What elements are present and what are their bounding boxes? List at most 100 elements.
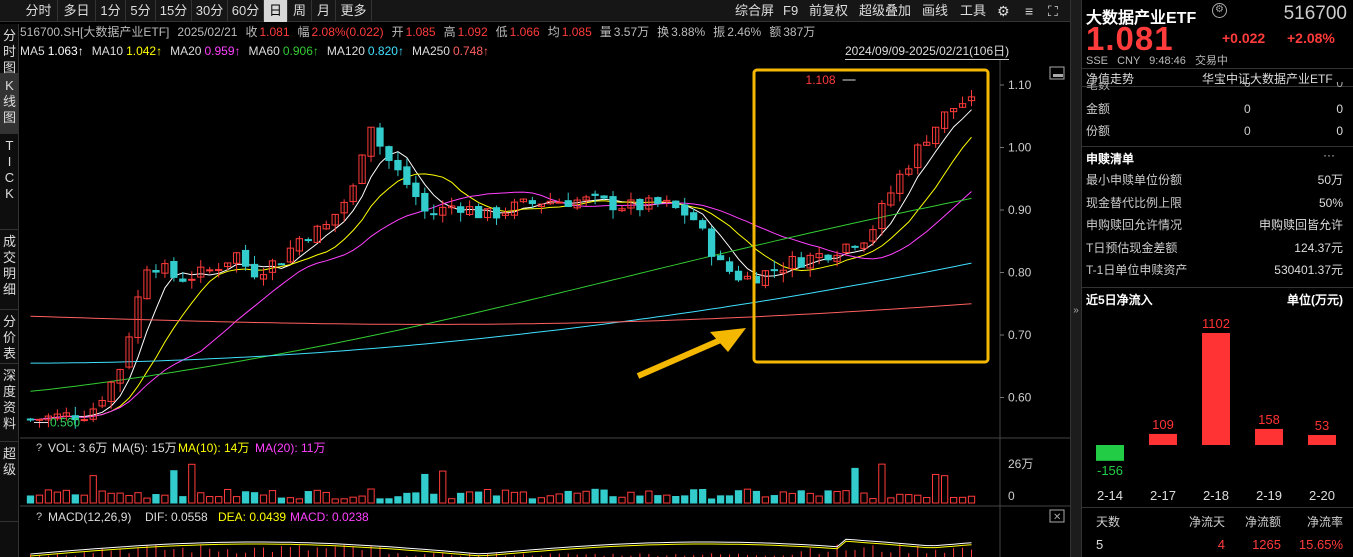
volume-bar xyxy=(519,491,528,504)
inflow-value-label: 109 xyxy=(1152,417,1174,432)
candle-body xyxy=(609,196,617,211)
rail-tab-1[interactable]: K线图 xyxy=(0,74,19,134)
volume-bar xyxy=(546,495,554,504)
candle-body xyxy=(277,263,286,266)
period-tab-5[interactable]: 30分 xyxy=(192,0,228,22)
period-tab-6[interactable]: 60分 xyxy=(228,0,264,22)
period-tab-10[interactable]: 更多 xyxy=(336,0,372,22)
etf-code: 516700 xyxy=(1283,3,1347,24)
info-amp-label: 振 xyxy=(713,25,726,39)
ma-value-3: 0.906↑ xyxy=(282,44,319,58)
volume-bar xyxy=(618,496,626,504)
inflow-date-label: 2-17 xyxy=(1150,488,1176,503)
volume-bar xyxy=(752,490,761,504)
period-tab-7[interactable]: 日 xyxy=(264,0,288,22)
volume-bar xyxy=(170,470,178,504)
gear-icon[interactable]: ⚙ xyxy=(997,0,1010,22)
settings-icon[interactable]: ⚙ xyxy=(1212,3,1227,18)
toolbar-action-3[interactable]: 超级叠加 xyxy=(859,0,911,22)
period-tab-0[interactable]: 分时 xyxy=(20,0,58,22)
info-date: 2025/02/21 xyxy=(177,25,238,39)
kline-chart[interactable]: 1.10 1.00 0.90 0.80 0.70 0.60 1.108 0.560? VOL: … xyxy=(20,60,1070,557)
volume-bar xyxy=(367,488,375,504)
rail-tab-0[interactable]: 分时图 xyxy=(0,24,19,75)
candle-body xyxy=(250,263,259,278)
toolbar-action-2[interactable]: 前复权 xyxy=(809,0,848,22)
subchart-toggle-glyph: ▬ xyxy=(1053,69,1063,80)
rail-tab-3[interactable]: 成交明细 xyxy=(0,230,19,310)
candle-body xyxy=(492,207,501,219)
info-close: 1.081 xyxy=(259,25,290,39)
volume-bar xyxy=(98,490,106,504)
summary-value: 1265 xyxy=(1252,537,1281,552)
volume-bar xyxy=(564,490,572,504)
volume-bar xyxy=(851,467,859,504)
candle-body xyxy=(394,159,402,171)
ma-label-3: MA60 xyxy=(248,44,280,58)
inflow-bar xyxy=(1149,433,1177,445)
ma-label-1: MA10 xyxy=(91,44,124,58)
subscription-row: 最小申赎单位份额 50万 xyxy=(1086,173,1343,187)
period-tab-1[interactable]: 多日 xyxy=(58,0,96,22)
holdings-row: 金额 0 0 xyxy=(1086,102,1343,116)
volume-bar xyxy=(465,491,474,504)
vol-label: VOL: 3.6万 xyxy=(48,441,107,455)
price-change: +0.022 xyxy=(1222,30,1266,46)
ma-value-5: 0.748↑ xyxy=(452,44,490,58)
info-change: 2.08%(0.022) xyxy=(311,25,384,39)
rail-tab-2[interactable]: TICK xyxy=(0,134,19,230)
volume-bar xyxy=(869,498,877,504)
info-close-label: 收 xyxy=(245,25,258,39)
volume-bar xyxy=(286,497,295,504)
volume-bar xyxy=(224,489,232,504)
menu-icon[interactable]: ≡ xyxy=(1025,0,1033,22)
volume-bar xyxy=(80,494,88,504)
volume-bar xyxy=(627,491,635,504)
inflow-value-label: 53 xyxy=(1315,418,1329,433)
left-rail: 分时图K线图TICK成交明细分价表深度资料超级 xyxy=(0,24,19,557)
period-tab-9[interactable]: 月 xyxy=(312,0,336,22)
subscription-row: T-1日单位申赎资产 530401.37元 xyxy=(1086,263,1343,278)
kline-chart-area[interactable]: 1.10 1.00 0.90 0.80 0.70 0.60 1.108 0.560? VOL: … xyxy=(20,60,1070,557)
candle-body xyxy=(681,204,689,216)
inflow-value-label: -156 xyxy=(1097,463,1123,478)
volume-bar xyxy=(215,496,223,504)
volume-bar xyxy=(134,492,142,504)
toolbar-action-0[interactable]: 综合屏 xyxy=(735,0,774,22)
quote-meta-row: SSE CNY 9:48:46 交易中 xyxy=(1086,52,1228,68)
more-icon[interactable]: ··· xyxy=(1323,148,1335,162)
info-change-label: 幅 xyxy=(297,25,310,39)
inflow-date-label: 2-14 xyxy=(1097,488,1123,503)
volume-bar xyxy=(645,490,653,504)
candle-body xyxy=(385,146,393,161)
volume-bar xyxy=(188,463,196,504)
summary-header: 净流天 xyxy=(1188,515,1225,529)
candle-body xyxy=(824,254,832,261)
volume-bar xyxy=(412,492,420,504)
volume-bar xyxy=(923,497,931,504)
toolbar-action-5[interactable]: 工具 xyxy=(960,0,986,22)
volume-bar xyxy=(179,496,187,504)
collapse-arrow-icon[interactable]: » xyxy=(1071,305,1081,316)
info-low-label: 低 xyxy=(495,25,508,39)
period-tab-3[interactable]: 5分 xyxy=(126,0,156,22)
rail-tab-5[interactable]: 深度资料 xyxy=(0,364,19,442)
toolbar-action-1[interactable]: F9 xyxy=(783,0,798,22)
volume-bar xyxy=(663,494,671,504)
period-tab-2[interactable]: 1分 xyxy=(96,0,126,22)
period-tab-8[interactable]: 周 xyxy=(288,0,312,22)
candle-body xyxy=(241,249,250,267)
expand-icon[interactable]: ⛶ xyxy=(1048,0,1058,22)
panel-divider[interactable]: » xyxy=(1070,0,1082,557)
inflow-bar-chart: -156 2-14 109 2-17 1102 2-18 158 2-19 53 2-20 xyxy=(1096,316,1336,503)
rail-tab-6[interactable]: 超级 xyxy=(0,442,19,522)
period-tab-4[interactable]: 15分 xyxy=(156,0,192,22)
rail-tab-4[interactable]: 分价表 xyxy=(0,310,19,364)
macd-dif: DIF: 0.0558 xyxy=(145,510,208,524)
toolbar-action-4[interactable]: 画线 xyxy=(922,0,948,22)
volume-bar xyxy=(932,473,940,504)
candle-body xyxy=(304,239,312,242)
inflow-bar xyxy=(1308,435,1336,445)
price-axis-label: 1.10 xyxy=(1008,78,1032,92)
volume-bar xyxy=(448,498,456,504)
